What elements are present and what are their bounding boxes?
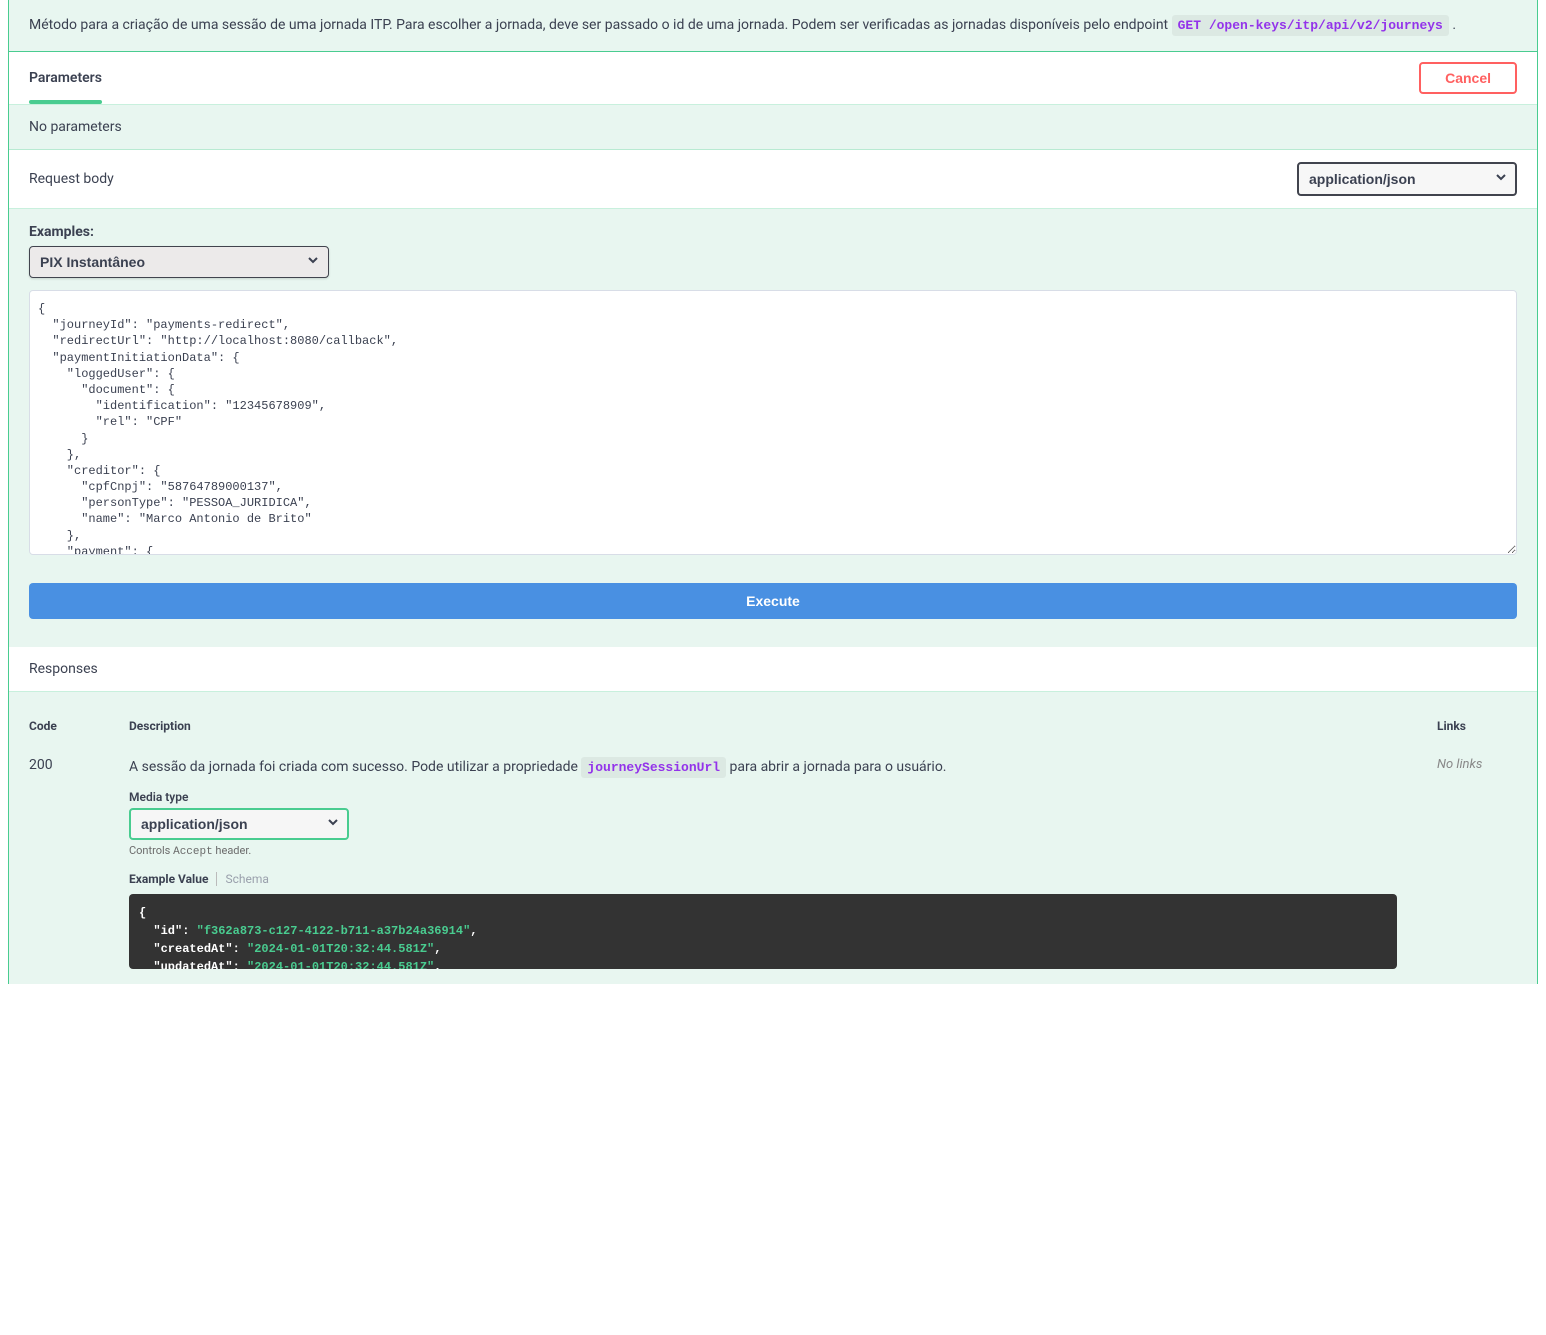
tab-parameters[interactable]: Parameters	[29, 62, 102, 94]
description-text-after: .	[1452, 17, 1456, 33]
description-text: Método para a criação de uma sessão de u…	[29, 17, 1172, 33]
endpoint-code: GET /open-keys/itp/api/v2/journeys	[1172, 15, 1449, 36]
example-tabs: Example Value Schema	[129, 872, 1397, 886]
response-description-cell: A sessão da jornada foi criada com suces…	[129, 757, 1397, 969]
example-select[interactable]: PIX Instantâneo	[29, 246, 329, 278]
request-body-editor[interactable]: { "journeyId": "payments-redirect", "red…	[29, 290, 1517, 555]
cancel-button[interactable]: Cancel	[1419, 62, 1517, 94]
content-type-select-wrap: application/json	[1297, 162, 1517, 196]
responses-table-header: Code Description Links	[29, 707, 1517, 745]
response-example-code[interactable]: { "id": "f362a873-c127-4122-b711-a37b24a…	[129, 894, 1397, 969]
controls-hint-before: Controls	[129, 844, 173, 857]
example-select-wrap: PIX Instantâneo	[29, 246, 329, 278]
response-row: 200 A sessão da jornada foi criada com s…	[29, 745, 1517, 969]
controls-hint-after: header.	[213, 844, 252, 857]
execute-button[interactable]: Execute	[29, 583, 1517, 619]
controls-hint-accept: Accept	[173, 846, 213, 858]
examples-label: Examples:	[29, 224, 1517, 240]
column-links: Links	[1437, 719, 1517, 733]
examples-section: Examples: PIX Instantâneo { "journeyId":…	[9, 209, 1537, 647]
request-body-label: Request body	[29, 171, 114, 187]
operation-description: Método para a criação de uma sessão de u…	[9, 0, 1537, 52]
request-body-header: Request body application/json	[9, 150, 1537, 209]
api-operation-panel: Método para a criação de uma sessão de u…	[8, 0, 1538, 984]
content-type-select[interactable]: application/json	[1297, 162, 1517, 196]
tab-example-value[interactable]: Example Value	[129, 872, 216, 886]
response-code-value: 200	[29, 757, 89, 969]
controls-hint: Controls Accept header.	[129, 844, 1397, 858]
tab-schema[interactable]: Schema	[216, 872, 276, 886]
response-links: No links	[1437, 757, 1517, 969]
response-desc-before: A sessão da jornada foi criada com suces…	[129, 759, 581, 775]
no-parameters-text: No parameters	[9, 105, 1537, 150]
response-desc-code: journeySessionUrl	[581, 757, 726, 778]
media-type-label: Media type	[129, 790, 1397, 804]
responses-header: Responses	[9, 647, 1537, 692]
parameters-header-row: Parameters Cancel	[9, 52, 1537, 105]
responses-table: Code Description Links 200 A sessão da j…	[9, 692, 1537, 984]
media-type-select-wrap: application/json	[129, 808, 349, 840]
column-code: Code	[29, 719, 89, 733]
column-description: Description	[129, 719, 1397, 733]
media-type-select[interactable]: application/json	[129, 808, 349, 840]
response-description-text: A sessão da jornada foi criada com suces…	[129, 757, 1397, 778]
response-desc-after: para abrir a jornada para o usuário.	[730, 759, 947, 775]
